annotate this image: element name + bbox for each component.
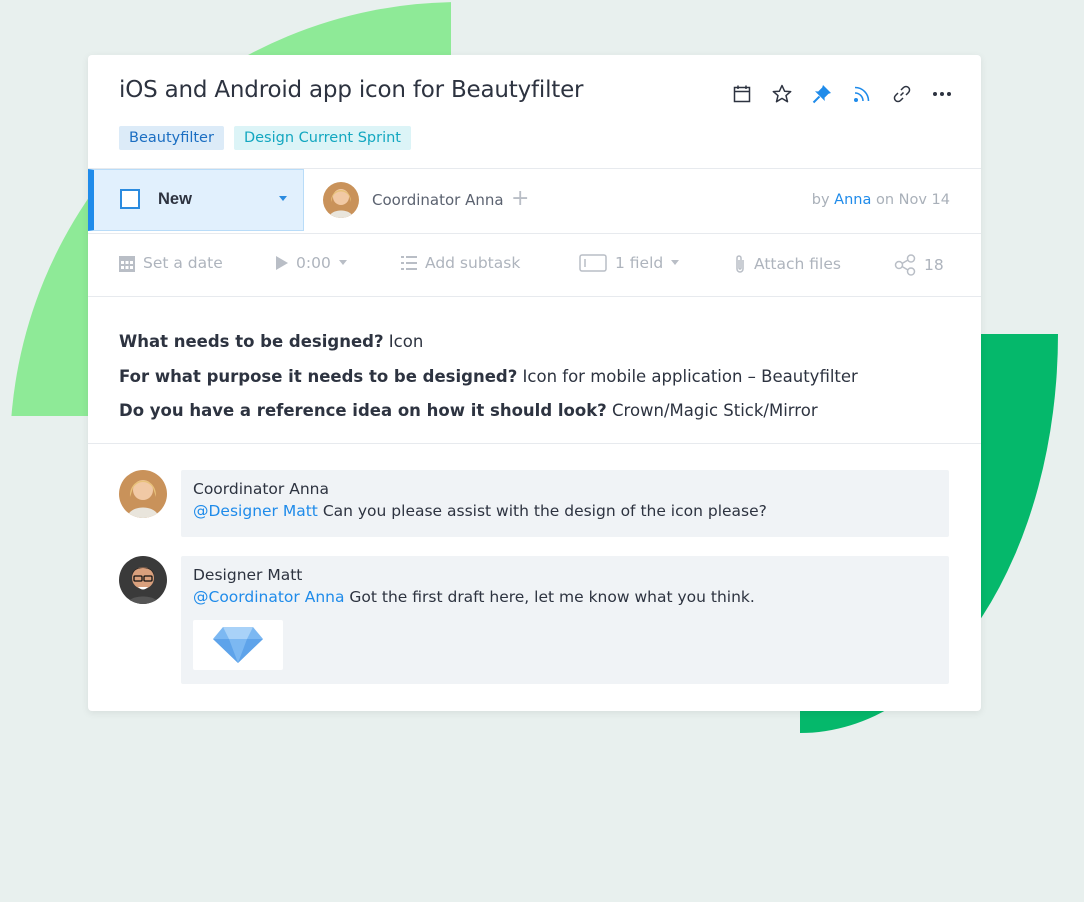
play-icon bbox=[276, 256, 288, 270]
task-toolbar: Set a date 0:00 Add subtask 1 field Atta… bbox=[88, 233, 981, 297]
task-title[interactable]: iOS and Android app icon for Beautyfilte… bbox=[119, 77, 583, 103]
status-dropdown[interactable]: New bbox=[88, 169, 304, 231]
comment-text: @Coordinator Anna Got the first draft he… bbox=[193, 588, 755, 606]
tag-list: Beautyfilter Design Current Sprint bbox=[119, 126, 411, 150]
description-line: What needs to be designed? Icon bbox=[119, 332, 424, 351]
star-icon[interactable] bbox=[771, 83, 793, 105]
set-date-button[interactable]: Set a date bbox=[119, 254, 223, 272]
status-checkbox[interactable] bbox=[120, 189, 140, 209]
calendar-grid-icon bbox=[119, 255, 135, 272]
task-card: iOS and Android app icon for Beautyfilte… bbox=[88, 55, 981, 711]
pin-icon[interactable] bbox=[811, 83, 833, 105]
custom-field-button[interactable]: 1 field bbox=[579, 254, 680, 272]
share-button[interactable]: 18 bbox=[894, 254, 944, 276]
timer-button[interactable]: 0:00 bbox=[276, 254, 347, 272]
rss-icon[interactable] bbox=[851, 83, 873, 105]
link-icon[interactable] bbox=[891, 83, 913, 105]
avatar[interactable] bbox=[119, 556, 167, 604]
assignee-avatar[interactable] bbox=[323, 182, 359, 218]
field-label: 1 field bbox=[615, 254, 664, 272]
attach-files-label: Attach files bbox=[754, 255, 841, 273]
comment-author[interactable]: Designer Matt bbox=[193, 566, 302, 584]
tag-beautyfilter[interactable]: Beautyfilter bbox=[119, 126, 224, 150]
comment: Designer Matt @Coordinator Anna Got the … bbox=[181, 556, 949, 684]
add-subtask-label: Add subtask bbox=[425, 254, 521, 272]
more-icon[interactable] bbox=[931, 83, 953, 105]
add-assignee-icon[interactable]: + bbox=[511, 186, 529, 211]
caret-down-icon bbox=[671, 260, 680, 265]
share-count: 18 bbox=[924, 256, 944, 274]
diamond-icon bbox=[213, 627, 263, 663]
comment-text: @Designer Matt Can you please assist wit… bbox=[193, 502, 767, 520]
description-line: Do you have a reference idea on how it s… bbox=[119, 401, 818, 420]
share-icon bbox=[894, 254, 916, 276]
header-actions bbox=[731, 83, 953, 105]
paperclip-icon bbox=[736, 255, 744, 273]
caret-down-icon bbox=[338, 260, 347, 265]
status-bar: New Coordinator Anna + by Anna on Nov 14 bbox=[88, 168, 981, 234]
attachment-thumbnail[interactable] bbox=[193, 620, 283, 670]
mention-link[interactable]: @Designer Matt bbox=[193, 502, 318, 520]
divider bbox=[88, 443, 981, 444]
created-by: by Anna on Nov 14 bbox=[811, 192, 950, 208]
field-icon bbox=[579, 254, 607, 272]
comment: Coordinator Anna @Designer Matt Can you … bbox=[181, 470, 949, 537]
list-icon bbox=[401, 256, 417, 270]
description-line: For what purpose it needs to be designed… bbox=[119, 366, 858, 386]
status-label: New bbox=[158, 190, 192, 208]
tag-design-current-sprint[interactable]: Design Current Sprint bbox=[233, 126, 411, 150]
avatar[interactable] bbox=[119, 470, 167, 518]
set-date-label: Set a date bbox=[143, 254, 223, 272]
add-subtask-button[interactable]: Add subtask bbox=[401, 254, 520, 272]
timer-value: 0:00 bbox=[296, 254, 331, 272]
author-link[interactable]: Anna bbox=[834, 192, 871, 208]
assignee-name[interactable]: Coordinator Anna bbox=[372, 191, 504, 209]
comment-author[interactable]: Coordinator Anna bbox=[193, 480, 329, 498]
calendar-icon[interactable] bbox=[731, 83, 753, 105]
chevron-down-icon bbox=[279, 196, 287, 201]
task-description[interactable]: What needs to be designed? Icon For what… bbox=[119, 325, 858, 429]
attach-files-button[interactable]: Attach files bbox=[734, 254, 841, 274]
mention-link[interactable]: @Coordinator Anna bbox=[193, 588, 344, 606]
created-date: Nov 14 bbox=[898, 192, 950, 208]
